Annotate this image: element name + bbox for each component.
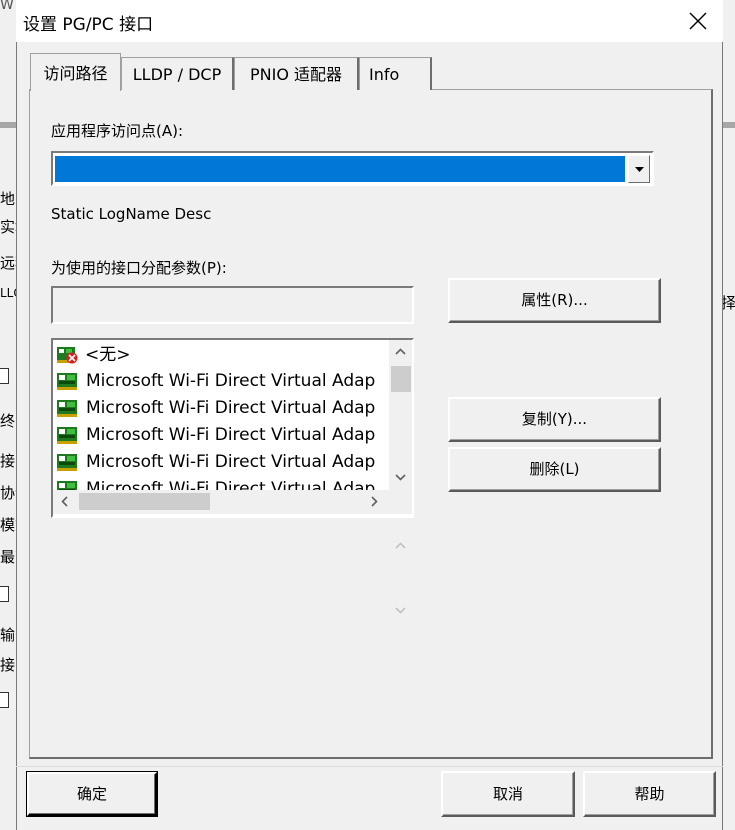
background-divider	[723, 122, 735, 128]
copy-button[interactable]: 复制(Y)...	[448, 397, 661, 442]
disabled-spin-control	[389, 530, 413, 625]
chevron-down-icon[interactable]	[395, 474, 406, 481]
tab-lldp-dcp[interactable]: LLDP / DCP	[121, 57, 234, 90]
background-fragment: 地	[0, 190, 16, 208]
chevron-up-icon[interactable]	[395, 348, 406, 355]
chevron-up-icon	[395, 542, 406, 549]
dropdown-selection	[55, 156, 625, 182]
network-card-icon	[57, 373, 77, 390]
cancel-button[interactable]: 取消	[441, 771, 575, 817]
footer-divider	[16, 766, 723, 767]
background-fragment: 最高	[0, 548, 16, 566]
list-item-label: Microsoft Wi-Fi Direct Virtual Adap	[86, 425, 376, 445]
background-fragment: 实地	[0, 218, 16, 236]
background-fragment: W	[0, 0, 14, 13]
tab-access-path[interactable]: 访问路径	[30, 53, 121, 91]
scrollbar-thumb[interactable]	[391, 366, 411, 392]
network-card-icon	[57, 427, 77, 444]
no-interface-icon	[57, 347, 78, 364]
list-item-label: Microsoft Wi-Fi Direct Virtual Adap	[86, 371, 376, 391]
list-item-label: Microsoft Wi-Fi Direct Virtual Adap	[86, 452, 376, 472]
background-checkbox	[0, 692, 9, 708]
dropdown-arrow-button[interactable]	[628, 155, 650, 183]
background-divider	[0, 122, 16, 128]
ok-button[interactable]: 确定	[27, 772, 157, 816]
scrollbar-corner	[389, 490, 412, 514]
network-card-icon	[57, 481, 77, 490]
delete-button[interactable]: 删除(L)	[448, 447, 661, 492]
close-button[interactable]	[676, 6, 722, 36]
background-fragment: 模式	[0, 516, 16, 534]
chevron-left-icon[interactable]	[61, 496, 68, 507]
background-checkbox	[0, 368, 9, 384]
help-button[interactable]: 帮助	[583, 771, 716, 817]
chevron-down-icon	[635, 167, 644, 172]
background-fragment: 输	[0, 626, 16, 644]
dialog-title: 设置 PG/PC 接口	[23, 15, 154, 35]
background-fragment: 接收	[0, 656, 16, 674]
close-icon	[689, 12, 707, 30]
background-window-left: W 地 实地 远程 LLC 终 接口 协议 模式 最高 输 接收	[0, 0, 16, 830]
chevron-right-icon[interactable]	[371, 496, 378, 507]
scrollbar-thumb[interactable]	[79, 493, 210, 510]
list-item-label: Microsoft Wi-Fi Direct Virtual Adap	[86, 479, 376, 490]
background-field	[0, 586, 9, 602]
network-card-icon	[57, 400, 77, 417]
list-vertical-scrollbar[interactable]	[389, 340, 412, 490]
access-point-dropdown[interactable]	[51, 151, 654, 186]
properties-button[interactable]: 属性(R)...	[448, 278, 661, 323]
list-item-label: Microsoft Wi-Fi Direct Virtual Adap	[86, 398, 376, 418]
tab-pnio-adapter[interactable]: PNIO 适配器	[234, 57, 359, 90]
network-card-icon	[57, 454, 77, 471]
tab-info[interactable]: Info	[359, 57, 432, 90]
chevron-down-icon	[395, 607, 406, 614]
background-fragment: 远程	[0, 254, 16, 272]
params-field	[51, 286, 414, 324]
background-fragment: 终	[0, 412, 16, 430]
access-point-label: 应用程序访问点(A):	[51, 122, 184, 140]
static-description: Static LogName Desc	[51, 205, 212, 223]
list-horizontal-scrollbar[interactable]	[53, 490, 389, 514]
background-fragment: 协议	[0, 484, 16, 502]
background-window-right: 择	[723, 0, 735, 830]
interface-list[interactable]: <无> Microsoft Wi-Fi Direct Virtual Adap …	[51, 338, 414, 518]
background-fragment: 接口	[0, 452, 16, 470]
list-item-label: <无>	[85, 345, 131, 365]
background-fragment: LLC	[0, 286, 16, 300]
params-label: 为使用的接口分配参数(P):	[51, 259, 227, 277]
background-fragment: 择	[723, 294, 735, 312]
